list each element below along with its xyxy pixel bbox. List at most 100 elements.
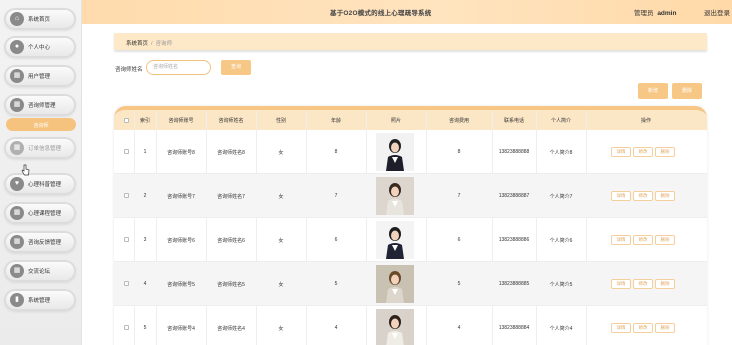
portrait-image xyxy=(376,177,414,215)
cell-intro: 个人简介8 xyxy=(549,150,573,156)
row-checkbox[interactable] xyxy=(124,193,129,198)
counselor-photo xyxy=(376,309,414,345)
sidebar-item-system[interactable]: ▮ 系统管理 xyxy=(4,289,76,311)
cell-fee: 6 xyxy=(457,237,461,243)
edit-button[interactable]: 修改 xyxy=(633,235,653,245)
table-row: 3 咨询师账号6 咨询师姓名6 女 6 6 13823888886 个人简介6 详情 修改 删除 xyxy=(114,218,707,262)
detail-button[interactable]: 详情 xyxy=(611,279,631,289)
detail-button[interactable]: 详情 xyxy=(611,147,631,157)
cell-index: 2 xyxy=(143,193,147,199)
add-button[interactable]: 新增 xyxy=(638,83,668,99)
grid-icon: ▦ xyxy=(10,264,24,278)
row-delete-button[interactable]: 删除 xyxy=(655,279,675,289)
row-delete-button[interactable]: 删除 xyxy=(655,191,675,201)
edit-button[interactable]: 修改 xyxy=(633,279,653,289)
select-all-checkbox[interactable] xyxy=(124,118,129,123)
col-fee: 咨询费用 xyxy=(448,118,469,124)
sidebar-item-label: 交流论坛 xyxy=(28,269,51,275)
cell-age: 5 xyxy=(334,281,338,287)
cell-index: 5 xyxy=(143,325,147,331)
sidebar-item-label: 系统管理 xyxy=(28,298,51,304)
cell-account: 咨询师账号7 xyxy=(167,194,195,200)
sidebar-item-orders[interactable]: ▦ 订单信息管理 xyxy=(4,137,76,159)
col-gender: 性别 xyxy=(275,118,286,124)
counselor-photo xyxy=(376,221,414,259)
sidebar-subitem-label: 咨询师 xyxy=(33,123,49,129)
logout-link[interactable]: 退出登录 xyxy=(704,7,730,17)
sidebar-item-label: 心理课程管理 xyxy=(28,211,62,217)
sidebar-item-counselors[interactable]: ▦ 咨询师管理 xyxy=(4,94,76,116)
detail-button[interactable]: 详情 xyxy=(611,323,631,333)
cell-gender: 女 xyxy=(278,326,284,332)
search-label: 咨询师姓名 xyxy=(115,67,143,73)
user-icon: ● xyxy=(10,40,24,54)
portrait-image xyxy=(376,265,414,303)
cell-phone: 13823888884 xyxy=(498,325,530,331)
cell-index: 3 xyxy=(143,237,147,243)
app-title: 基于O2O模式的线上心理疏导系统 xyxy=(330,10,432,17)
counselor-photo xyxy=(376,177,414,215)
cell-age: 8 xyxy=(334,149,338,155)
counselor-photo xyxy=(376,133,414,171)
col-index: 索引 xyxy=(139,118,150,124)
edit-button[interactable]: 修改 xyxy=(633,323,653,333)
cell-index: 4 xyxy=(143,281,147,287)
row-checkbox[interactable] xyxy=(124,237,129,242)
heart-icon: ♥ xyxy=(10,177,24,191)
row-checkbox[interactable] xyxy=(124,149,129,154)
row-delete-button[interactable]: 删除 xyxy=(655,235,675,245)
sidebar: ⌂ 系统首页 ● 个人中心 ▦ 用户管理 ▦ 咨询师管理 咨询师 ▦ 订单信息管… xyxy=(0,0,82,345)
edit-button[interactable]: 修改 xyxy=(633,191,653,201)
sidebar-item-label: 用户管理 xyxy=(28,74,51,80)
sidebar-item-label: 订单信息管理 xyxy=(28,146,62,152)
breadcrumb-home[interactable]: 系统首页 xyxy=(126,41,148,47)
portrait-image xyxy=(376,133,414,171)
col-intro: 个人简介 xyxy=(550,118,571,124)
table-row: 1 咨询师账号8 咨询师姓名8 女 8 8 13823888888 个人简介8 详情 修改 删除 xyxy=(114,130,707,174)
cell-phone: 13823888887 xyxy=(498,193,530,199)
portrait-image xyxy=(376,309,414,345)
grid-icon: ▦ xyxy=(10,235,24,249)
sidebar-item-label: 个人中心 xyxy=(28,45,51,51)
row-checkbox[interactable] xyxy=(124,281,129,286)
sidebar-item-label: 咨询师管理 xyxy=(28,103,56,109)
breadcrumb-current: 咨询师 xyxy=(155,41,173,47)
cell-fee: 4 xyxy=(457,325,461,331)
search-input[interactable]: 咨询师姓名 xyxy=(146,60,211,75)
username: admin xyxy=(657,10,677,17)
edit-button[interactable]: 修改 xyxy=(633,147,653,157)
table-row: 4 咨询师账号5 咨询师姓名5 女 5 5 13823888885 个人简介5 详情 修改 删除 xyxy=(114,262,707,306)
breadcrumb-separator: / xyxy=(151,41,153,47)
cell-fee: 5 xyxy=(457,281,461,287)
sidebar-item-forum[interactable]: ▦ 交流论坛 xyxy=(4,260,76,282)
sidebar-item-users[interactable]: ▦ 用户管理 xyxy=(4,65,76,87)
counselor-photo xyxy=(376,265,414,303)
detail-button[interactable]: 详情 xyxy=(611,235,631,245)
counselor-table: 索引 咨询师账号 咨询师姓名 性别 年龄 照片 咨询费用 联系电话 个人简介 操… xyxy=(114,106,707,345)
cell-name: 咨询师姓名6 xyxy=(217,238,245,244)
cell-account: 咨询师账号5 xyxy=(167,282,195,288)
sidebar-item-science[interactable]: ♥ 心理科普管理 xyxy=(4,173,76,195)
cell-age: 6 xyxy=(334,237,338,243)
cell-account: 咨询师账号6 xyxy=(167,238,195,244)
sidebar-subitem-counselor[interactable]: 咨询师 xyxy=(6,118,76,131)
row-delete-button[interactable]: 删除 xyxy=(655,323,675,333)
sidebar-item-profile[interactable]: ● 个人中心 xyxy=(4,36,76,58)
detail-button[interactable]: 详情 xyxy=(611,191,631,201)
sidebar-item-label: 系统首页 xyxy=(28,17,51,23)
row-checkbox[interactable] xyxy=(124,325,129,330)
cell-gender: 女 xyxy=(278,238,284,244)
hand-cursor-icon xyxy=(21,164,30,176)
row-delete-button[interactable]: 删除 xyxy=(655,147,675,157)
sidebar-item-feedback[interactable]: ▦ 咨询反馈管理 xyxy=(4,231,76,253)
cell-name: 咨询师姓名7 xyxy=(217,194,245,200)
delete-button[interactable]: 删除 xyxy=(672,83,702,99)
search-button[interactable]: 查询 xyxy=(221,60,251,75)
sidebar-item-courses[interactable]: ▦ 心理课程管理 xyxy=(4,202,76,224)
sidebar-item-home[interactable]: ⌂ 系统首页 xyxy=(4,8,76,30)
cell-phone: 13823888885 xyxy=(498,281,530,287)
cell-account: 咨询师账号8 xyxy=(167,150,195,156)
cell-age: 7 xyxy=(334,193,338,199)
table-row: 2 咨询师账号7 咨询师姓名7 女 7 7 13823888887 个人简介7 详情 修改 删除 xyxy=(114,174,707,218)
col-account: 咨询师账号 xyxy=(168,118,194,124)
